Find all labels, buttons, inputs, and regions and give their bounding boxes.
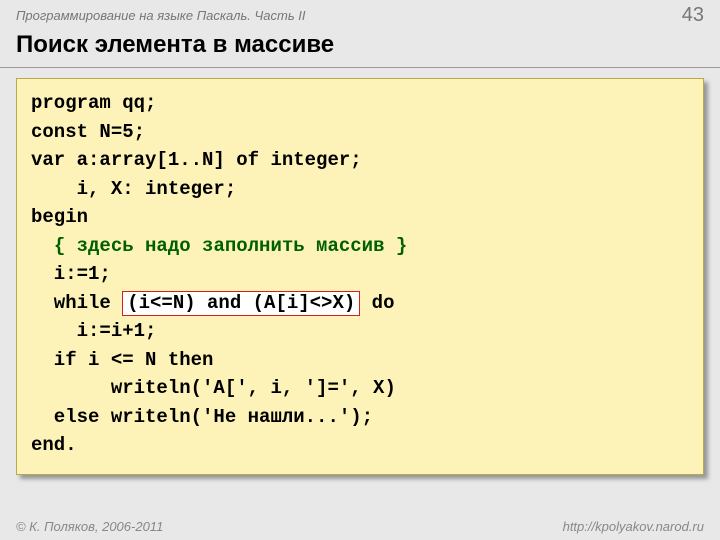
copyright-text: © К. Поляков, 2006-2011 xyxy=(16,519,163,534)
page-number: 43 xyxy=(682,4,704,27)
code-line-post: do xyxy=(360,292,394,314)
code-block: program qq; const N=5; var a:array[1..N]… xyxy=(16,78,704,475)
code-line-indent xyxy=(31,235,54,257)
code-highlight: (i<=N) and (A[i]<>X) xyxy=(122,291,360,317)
code-line: i, X: integer; xyxy=(31,178,236,200)
code-line: program qq; xyxy=(31,92,156,114)
code-line: if i <= N then xyxy=(31,349,213,371)
code-line: var a:array[1..N] of integer; xyxy=(31,149,362,171)
code-line: writeln('A[', i, ']=', X) xyxy=(31,377,396,399)
course-title: Программирование на языке Паскаль. Часть… xyxy=(16,8,306,23)
code-line-pre: while xyxy=(31,292,122,314)
code-line: i:=1; xyxy=(31,263,111,285)
code-line: i:=i+1; xyxy=(31,320,156,342)
content-area: program qq; const N=5; var a:array[1..N]… xyxy=(0,68,720,475)
code-comment: { здесь надо заполнить массив } xyxy=(54,235,407,257)
code-line: else writeln('Не нашли...'); xyxy=(31,406,373,428)
footer-url: http://kpolyakov.narod.ru xyxy=(563,519,704,534)
slide-header: Программирование на языке Паскаль. Часть… xyxy=(0,0,720,29)
slide-footer: © К. Поляков, 2006-2011 http://kpolyakov… xyxy=(0,513,720,540)
page-title: Поиск элемента в массиве xyxy=(0,29,720,68)
code-line: end. xyxy=(31,434,77,456)
code-line: const N=5; xyxy=(31,121,145,143)
code-line: begin xyxy=(31,206,88,228)
